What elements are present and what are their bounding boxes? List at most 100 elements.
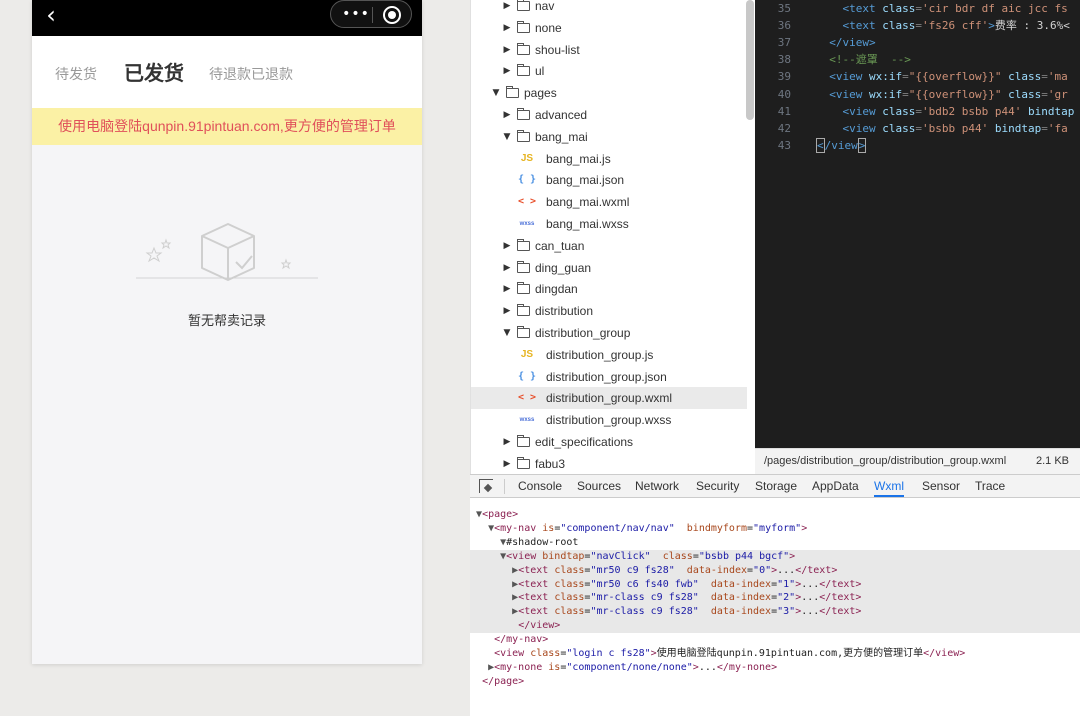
- file-tree-scrollbar[interactable]: [746, 0, 754, 120]
- back-icon[interactable]: ‹: [38, 3, 64, 30]
- tree-file[interactable]: { } bang_mai.json: [471, 169, 747, 191]
- tree-folder[interactable]: ▼ pages: [471, 82, 747, 104]
- wxml-node[interactable]: <view class="login c fs28">使用电脑登陆qunpin.…: [470, 647, 1080, 661]
- chevron-right-icon[interactable]: ▶: [502, 431, 512, 453]
- tab-console[interactable]: Console: [518, 475, 562, 497]
- wxml-node[interactable]: ▶<text class="mr-class c9 fs28" data-ind…: [470, 605, 1080, 620]
- tab-trace[interactable]: Trace: [975, 475, 1005, 497]
- code-line: 41 <view class='bdb2 bsbb p44' bindtap: [755, 103, 1080, 120]
- debug-panel-tabs: Console Sources Network Security Storage AppD…: [470, 474, 1080, 498]
- folder-icon: [517, 282, 530, 295]
- chevron-right-icon[interactable]: ▶: [502, 39, 512, 61]
- tab-sources[interactable]: Sources: [577, 475, 621, 497]
- code-line: 39 <view wx:if="{{overflow}}" class='ma: [755, 68, 1080, 85]
- line-number: 37: [777, 36, 791, 50]
- chevron-right-icon[interactable]: ▶: [502, 60, 512, 82]
- tree-file[interactable]: < > distribution_group.wxml: [471, 387, 747, 410]
- close-miniprogram-icon[interactable]: [383, 6, 401, 24]
- chevron-right-icon[interactable]: ▶: [502, 300, 512, 322]
- tree-folder[interactable]: ▶ edit_specifications: [471, 431, 747, 453]
- chevron-down-icon[interactable]: ▼: [502, 322, 512, 344]
- folder-open-icon: [517, 326, 530, 338]
- chevron-right-icon[interactable]: ▶: [502, 0, 512, 17]
- wxml-node[interactable]: </my-nav>: [470, 633, 1080, 647]
- chevron-right-icon[interactable]: ▶: [502, 17, 512, 39]
- folder-icon: [517, 238, 530, 251]
- tree-folder[interactable]: ▶ can_tuan: [471, 235, 747, 257]
- wxml-node[interactable]: ▶<my-none is="component/none/none">...</…: [470, 661, 1080, 675]
- tree-folder[interactable]: ▼ bang_mai: [471, 126, 747, 148]
- code-editor[interactable]: 35 <text class='cir bdr df aic jcc fs 36 …: [755, 0, 1080, 448]
- tree-folder[interactable]: ▶ nav: [471, 0, 747, 17]
- wxml-node[interactable]: ▼#shadow-root: [470, 536, 1080, 550]
- tree-item-label: bang_mai: [535, 129, 588, 144]
- chevron-right-icon[interactable]: ▶: [502, 278, 512, 300]
- tree-folder[interactable]: ▶ shou-list: [471, 39, 747, 61]
- tab-divider: [504, 479, 505, 494]
- chevron-right-icon[interactable]: ▶: [502, 257, 512, 279]
- tree-file[interactable]: wxss bang_mai.wxss: [471, 213, 747, 235]
- wxml-node[interactable]: ▶<text class="mr-class c9 fs28" data-ind…: [470, 591, 1080, 606]
- tree-file[interactable]: { } distribution_group.json: [471, 366, 747, 388]
- tab-storage[interactable]: Storage: [755, 475, 797, 497]
- wxml-node[interactable]: ▼<my-nav is="component/nav/nav" bindmyfo…: [470, 522, 1080, 536]
- folder-icon: [517, 456, 530, 469]
- tab-network[interactable]: Network: [635, 475, 679, 497]
- tree-item-label: ding_guan: [535, 260, 592, 275]
- tree-folder[interactable]: ▼ distribution_group: [471, 322, 747, 344]
- chevron-right-icon[interactable]: ▶: [502, 235, 512, 257]
- tab-refund[interactable]: 待退款已退款: [209, 36, 293, 108]
- empty-state-text: 暂无帮卖记录: [187, 313, 266, 328]
- tree-folder[interactable]: ▶ ding_guan: [471, 257, 747, 279]
- tree-file[interactable]: JS distribution_group.js: [471, 344, 747, 366]
- chevron-down-icon[interactable]: ▼: [491, 82, 501, 104]
- json-file-icon: { }: [518, 370, 537, 382]
- code-line: 40 <view wx:if="{{overflow}}" class='gr: [755, 86, 1080, 103]
- tree-folder[interactable]: ▶ ul: [471, 60, 747, 82]
- tree-file[interactable]: < > bang_mai.wxml: [471, 191, 747, 213]
- wxml-node[interactable]: ▼<view bindtap="navClick" class="bsbb p4…: [470, 549, 1080, 564]
- tree-item-label: shou-list: [535, 42, 580, 57]
- tree-folder[interactable]: ▶ advanced: [471, 104, 747, 126]
- code-text: <view wx:if="{{overflow}}" class='gr: [829, 87, 1068, 101]
- tab-shipped[interactable]: 已发货: [124, 36, 184, 108]
- tab-wxml[interactable]: Wxml: [874, 475, 904, 497]
- wxml-node[interactable]: ▶<text class="mr50 c9 fs28" data-index="…: [470, 563, 1080, 578]
- wxml-node[interactable]: ▼<page>: [470, 508, 1080, 522]
- code-text: </view>: [829, 36, 876, 50]
- tab-sensor[interactable]: Sensor: [922, 475, 960, 497]
- chevron-down-icon[interactable]: ▼: [502, 126, 512, 148]
- tab-security[interactable]: Security: [696, 475, 739, 497]
- wxml-panel: ▼<page> ▼<my-nav is="component/nav/nav" …: [470, 498, 1080, 716]
- tree-folder[interactable]: ▶ none: [471, 17, 747, 39]
- tree-folder[interactable]: ▶ fabu3: [471, 453, 747, 474]
- wxml-node[interactable]: </view>: [470, 619, 1080, 634]
- inspect-element-icon[interactable]: [479, 479, 493, 493]
- tree-folder[interactable]: ▶ dingdan: [471, 278, 747, 300]
- code-text: <text class='cir bdr df aic jcc fs: [842, 2, 1068, 15]
- tab-appdata[interactable]: AppData: [812, 475, 859, 497]
- folder-icon: [517, 64, 530, 77]
- code-text: <view class='bdb2 bsbb p44' bindtap: [842, 104, 1075, 118]
- order-tabs: 待发货 已发货 待退款已退款: [32, 36, 422, 108]
- chevron-right-icon[interactable]: ▶: [502, 453, 512, 474]
- tree-file[interactable]: wxss distribution_group.wxss: [471, 409, 747, 431]
- code-line: 38 <!--遮罩 -->: [755, 51, 1080, 68]
- json-file-icon: { }: [518, 174, 537, 186]
- tree-file[interactable]: JS bang_mai.js: [471, 148, 747, 170]
- tree-folder[interactable]: ▶ distribution: [471, 300, 747, 322]
- tree-item-label: distribution_group.wxml: [546, 391, 673, 406]
- chevron-right-icon[interactable]: ▶: [502, 104, 512, 126]
- tree-item-label: nav: [535, 0, 555, 13]
- tree-item-label: fabu3: [535, 456, 566, 471]
- code-text: <view class='bsbb p44' bindtap='fa: [842, 121, 1068, 135]
- line-number: 42: [777, 121, 791, 135]
- wxml-node[interactable]: </page>: [470, 675, 1080, 689]
- folder-open-icon: [517, 129, 530, 142]
- capsule-divider: [372, 7, 373, 23]
- tab-pending-shipment[interactable]: 待发货: [55, 36, 97, 108]
- wxml-node[interactable]: ▶<text class="mr50 c6 fs40 fwb" data-ind…: [470, 577, 1080, 592]
- more-icon[interactable]: •••: [341, 1, 371, 29]
- js-file-icon: JS: [520, 152, 534, 164]
- line-number: 35: [777, 2, 791, 15]
